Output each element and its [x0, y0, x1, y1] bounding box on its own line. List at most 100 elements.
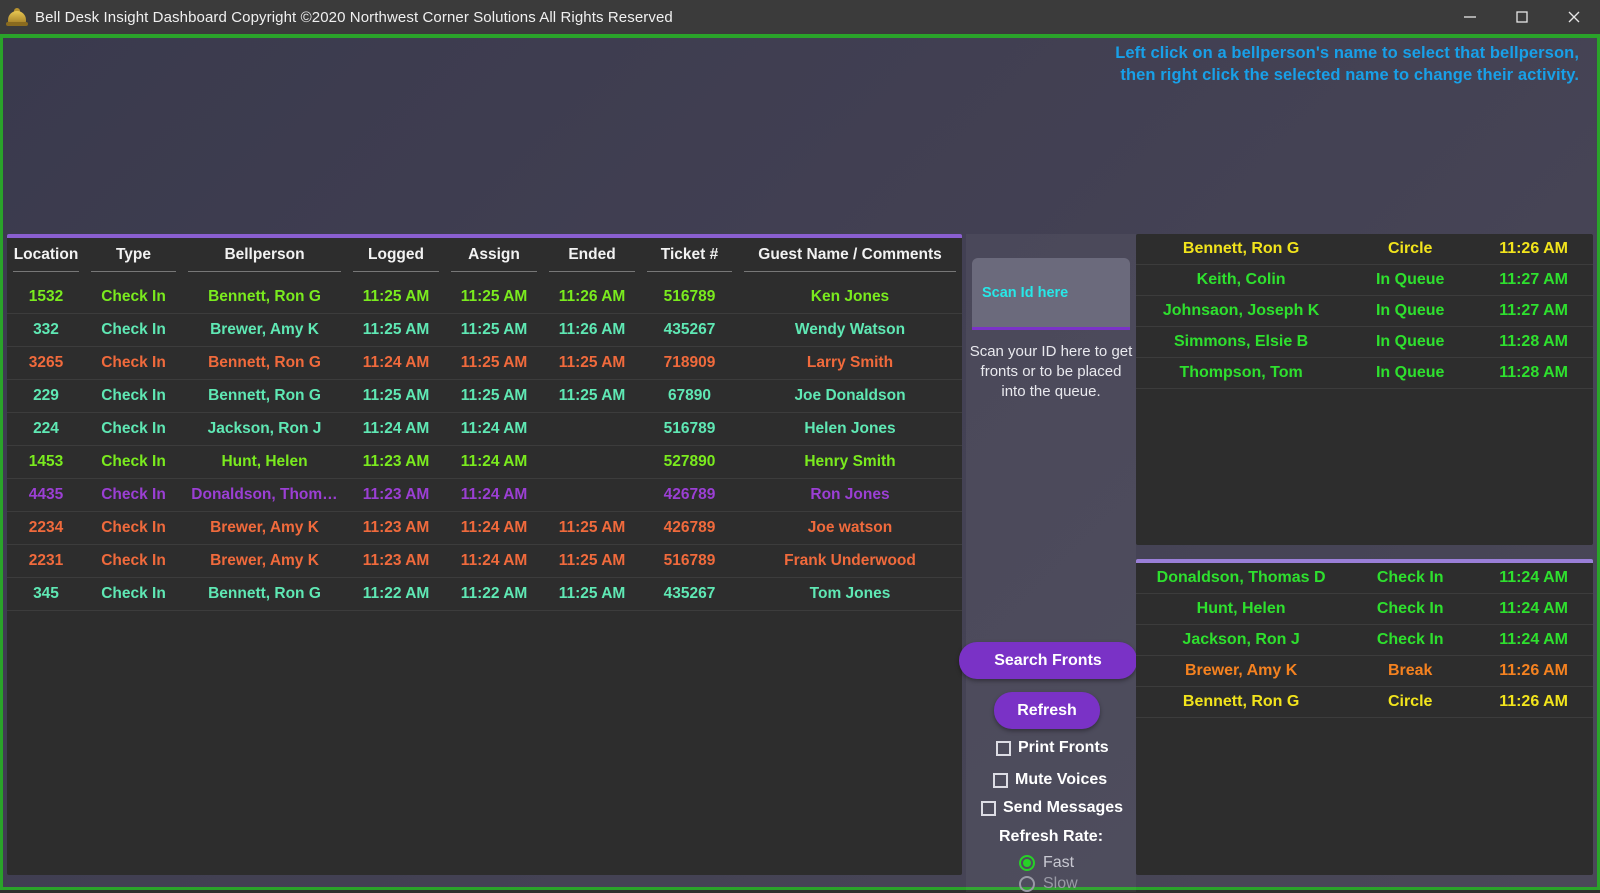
ticket-cell-assign: 11:25 AM: [445, 347, 543, 380]
ticket-cell-bellperson: Brewer, Amy K: [182, 314, 347, 347]
ticket-column-header[interactable]: Guest Name / Comments: [738, 238, 962, 281]
ticket-column-header[interactable]: Ticket #: [641, 238, 738, 281]
ticket-cell-type: Check In: [85, 545, 182, 578]
ticket-cell-location: 229: [7, 380, 85, 413]
activity-cell-activity: Check In: [1346, 563, 1474, 594]
ticket-cell-guest: Helen Jones: [738, 413, 962, 446]
table-row[interactable]: 1453Check InHunt, Helen11:23 AM11:24 AM5…: [7, 446, 962, 479]
queue-panel[interactable]: Bennett, Ron GCircle11:26 AMKeith, Colin…: [1136, 234, 1593, 545]
ticket-cell-guest: Henry Smith: [738, 446, 962, 479]
ticket-cell-type: Check In: [85, 512, 182, 545]
window-title-bar: Bell Desk Insight Dashboard Copyright ©2…: [0, 0, 1600, 34]
scan-help-text: Scan your ID here to get fronts or to be…: [968, 342, 1134, 402]
ticket-cell-ended: [543, 446, 641, 479]
ticket-column-header[interactable]: Location: [7, 238, 85, 281]
ticket-cell-logged: 11:25 AM: [347, 281, 445, 314]
send-messages-checkbox[interactable]: Send Messages: [981, 799, 1123, 817]
ticket-column-header-label: Ended: [568, 246, 615, 263]
search-fronts-button[interactable]: Search Fronts: [959, 642, 1137, 679]
ticket-cell-logged: 11:24 AM: [347, 413, 445, 446]
activity-row[interactable]: Hunt, HelenCheck In11:24 AM: [1136, 594, 1593, 625]
ticket-cell-type: Check In: [85, 380, 182, 413]
queue-row[interactable]: Johnsaon, Joseph KIn Queue11:27 AM: [1136, 296, 1593, 327]
window-controls: [1444, 0, 1600, 34]
minimize-icon[interactable]: [1444, 0, 1496, 34]
close-icon[interactable]: [1548, 0, 1600, 34]
checkbox-icon: [996, 741, 1011, 756]
queue-cell-time: 11:26 AM: [1474, 234, 1593, 265]
ticket-column-header-label: Bellperson: [224, 246, 304, 263]
ticket-cell-bellperson: Brewer, Amy K: [182, 512, 347, 545]
queue-cell-name: Johnsaon, Joseph K: [1136, 296, 1346, 327]
table-row[interactable]: 229Check InBennett, Ron G11:25 AM11:25 A…: [7, 380, 962, 413]
table-row[interactable]: 345Check InBennett, Ron G11:22 AM11:22 A…: [7, 578, 962, 611]
ticket-table-header-row: Location Type Bellperson Logged Assign Ended T…: [7, 238, 962, 281]
ticket-column-header-label: Logged: [368, 246, 424, 263]
activity-row[interactable]: Bennett, Ron GCircle11:26 AM: [1136, 687, 1593, 718]
ticket-column-header[interactable]: Ended: [543, 238, 641, 281]
print-fronts-label: Print Fronts: [1018, 739, 1109, 757]
table-row[interactable]: 3265Check InBennett, Ron G11:24 AM11:25 …: [7, 347, 962, 380]
mute-voices-checkbox[interactable]: Mute Voices: [993, 771, 1107, 789]
queue-cell-activity: In Queue: [1346, 265, 1474, 296]
activity-row[interactable]: Jackson, Ron JCheck In11:24 AM: [1136, 625, 1593, 656]
ticket-column-header[interactable]: Type: [85, 238, 182, 281]
scan-id-input[interactable]: [972, 258, 1130, 330]
table-row[interactable]: 1532Check InBennett, Ron G11:25 AM11:25 …: [7, 281, 962, 314]
ticket-column-header-label: Type: [116, 246, 151, 263]
header-banner: Left click on a bellperson's name to sel…: [3, 38, 1597, 234]
ticket-cell-location: 4435: [7, 479, 85, 512]
ticket-cell-type: Check In: [85, 347, 182, 380]
queue-row[interactable]: Simmons, Elsie BIn Queue11:28 AM: [1136, 327, 1593, 358]
header-underline: [549, 271, 635, 272]
ticket-cell-assign: 11:24 AM: [445, 512, 543, 545]
table-row[interactable]: 4435Check InDonaldson, Thom…11:23 AM11:2…: [7, 479, 962, 512]
ticket-column-header[interactable]: Bellperson: [182, 238, 347, 281]
ticket-cell-type: Check In: [85, 413, 182, 446]
ticket-column-header[interactable]: Assign: [445, 238, 543, 281]
table-row[interactable]: 2231Check InBrewer, Amy K11:23 AM11:24 A…: [7, 545, 962, 578]
ticket-column-header[interactable]: Logged: [347, 238, 445, 281]
ticket-cell-bellperson: Bennett, Ron G: [182, 347, 347, 380]
ticket-table: Location Type Bellperson Logged Assign Ended T…: [7, 238, 962, 611]
refresh-rate-fast-radio[interactable]: Fast: [1019, 854, 1074, 872]
activity-cell-activity: Check In: [1346, 625, 1474, 656]
table-row[interactable]: 224Check InJackson, Ron J11:24 AM11:24 A…: [7, 413, 962, 446]
table-row[interactable]: 2234Check InBrewer, Amy K11:23 AM11:24 A…: [7, 512, 962, 545]
ticket-cell-assign: 11:24 AM: [445, 446, 543, 479]
activity-panel[interactable]: Donaldson, Thomas DCheck In11:24 AMHunt,…: [1136, 559, 1593, 875]
ticket-cell-assign: 11:25 AM: [445, 380, 543, 413]
ticket-column-header-label: Ticket #: [661, 246, 718, 263]
control-panel: Scan your ID here to get fronts or to be…: [966, 234, 1136, 892]
ticket-table-panel[interactable]: Location Type Bellperson Logged Assign Ended T…: [7, 234, 962, 875]
ticket-cell-location: 1453: [7, 446, 85, 479]
ticket-cell-ticket: 516789: [641, 281, 738, 314]
queue-row[interactable]: Keith, ColinIn Queue11:27 AM: [1136, 265, 1593, 296]
print-fronts-checkbox[interactable]: Print Fronts: [996, 739, 1109, 757]
ticket-cell-guest: Ron Jones: [738, 479, 962, 512]
ticket-cell-type: Check In: [85, 578, 182, 611]
activity-row[interactable]: Brewer, Amy KBreak11:26 AM: [1136, 656, 1593, 687]
queue-cell-name: Simmons, Elsie B: [1136, 327, 1346, 358]
queue-cell-activity: In Queue: [1346, 327, 1474, 358]
refresh-rate-slow-radio[interactable]: Slow: [1019, 875, 1078, 893]
refresh-button[interactable]: Refresh: [994, 692, 1100, 729]
queue-cell-time: 11:27 AM: [1474, 296, 1593, 327]
queue-cell-time: 11:27 AM: [1474, 265, 1593, 296]
maximize-icon[interactable]: [1496, 0, 1548, 34]
activity-cell-name: Hunt, Helen: [1136, 594, 1346, 625]
queue-row[interactable]: Thompson, TomIn Queue11:28 AM: [1136, 358, 1593, 389]
ticket-cell-ended: 11:25 AM: [543, 545, 641, 578]
ticket-cell-ended: 11:26 AM: [543, 314, 641, 347]
ticket-cell-location: 345: [7, 578, 85, 611]
header-underline: [647, 271, 732, 272]
header-underline: [451, 271, 537, 272]
activity-cell-time: 11:26 AM: [1474, 687, 1593, 718]
queue-row[interactable]: Bennett, Ron GCircle11:26 AM: [1136, 234, 1593, 265]
ticket-cell-ticket: 527890: [641, 446, 738, 479]
table-row[interactable]: 332Check InBrewer, Amy K11:25 AM11:25 AM…: [7, 314, 962, 347]
activity-cell-name: Jackson, Ron J: [1136, 625, 1346, 656]
app-body: Left click on a bellperson's name to sel…: [0, 34, 1600, 890]
activity-row[interactable]: Donaldson, Thomas DCheck In11:24 AM: [1136, 563, 1593, 594]
ticket-cell-ended: 11:25 AM: [543, 578, 641, 611]
